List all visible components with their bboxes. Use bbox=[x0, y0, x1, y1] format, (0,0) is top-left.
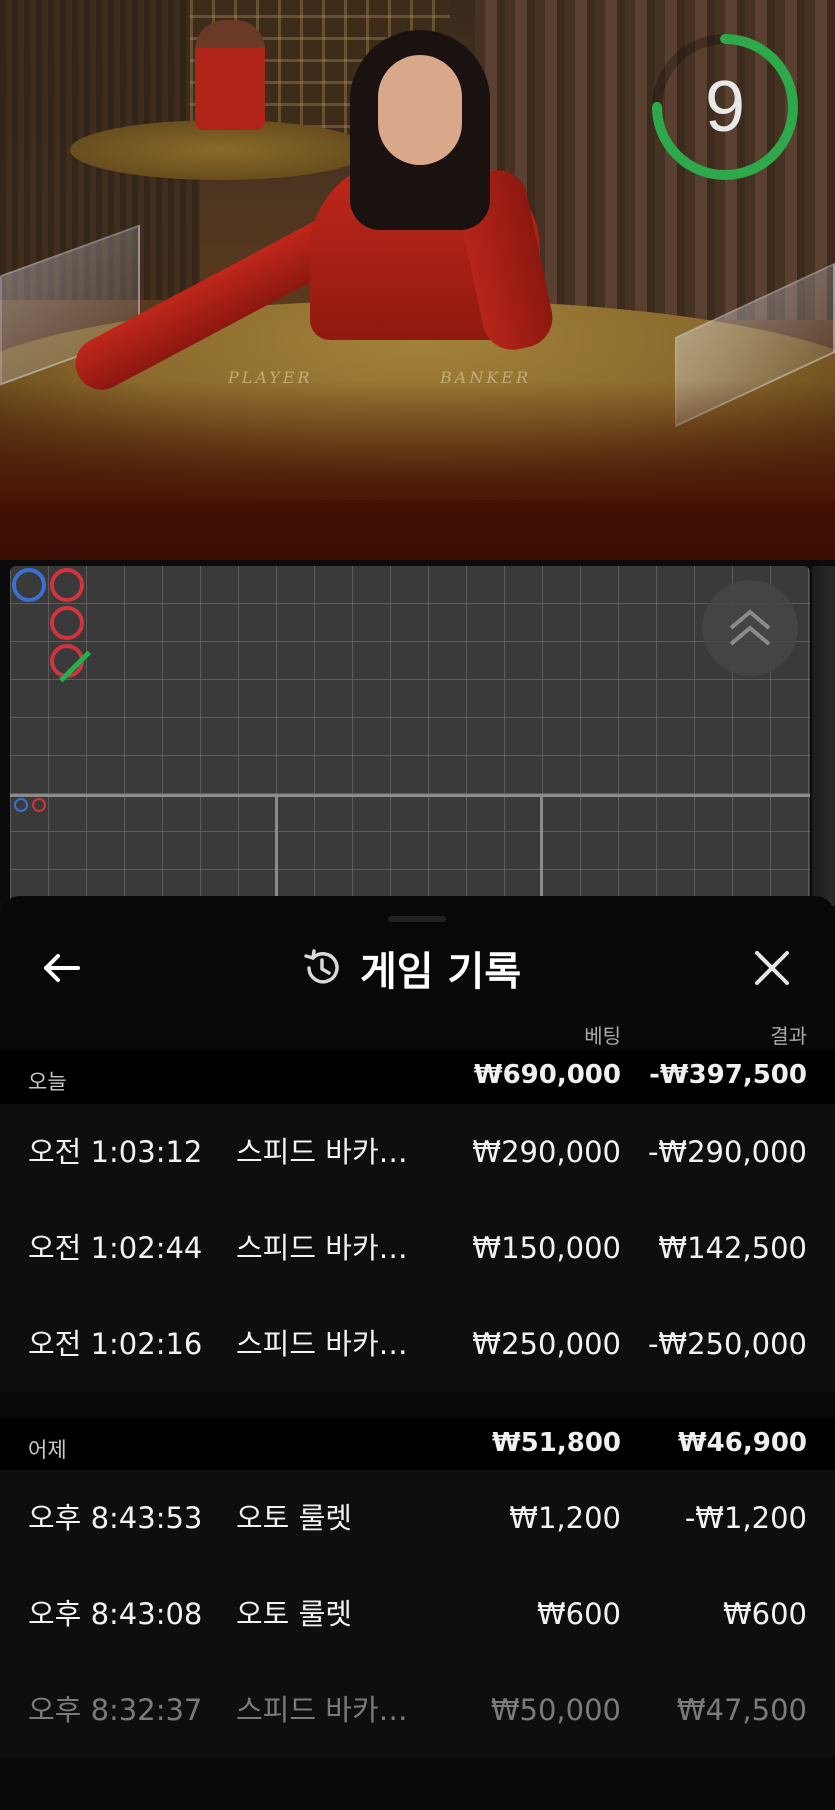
close-button[interactable] bbox=[748, 944, 796, 992]
history-row[interactable]: 오후 8:43:08 오토 룰렛 ₩600 ₩600 bbox=[0, 1566, 835, 1662]
small-road-bead-player bbox=[14, 798, 28, 812]
video-fade bbox=[0, 380, 835, 560]
group-label: 오늘 bbox=[28, 1070, 67, 1094]
row-bet: ₩150,000 bbox=[472, 1231, 621, 1265]
row-time: 오후 8:43:53 bbox=[28, 1501, 203, 1535]
row-result: ₩47,500 bbox=[676, 1693, 807, 1727]
road-edge bbox=[812, 566, 835, 906]
row-game: 스피드 바카라... bbox=[236, 1135, 428, 1169]
row-result: ₩600 bbox=[722, 1597, 807, 1631]
row-time: 오후 8:32:37 bbox=[28, 1693, 203, 1727]
small-road-bead-banker bbox=[32, 798, 46, 812]
row-time: 오전 1:02:16 bbox=[28, 1327, 203, 1361]
group-result-total: ₩46,900 bbox=[677, 1428, 807, 1458]
row-result: ₩142,500 bbox=[658, 1231, 807, 1265]
row-time: 오후 8:43:08 bbox=[28, 1597, 203, 1631]
group-header-today: 오늘 ₩690,000 -₩397,500 bbox=[0, 1050, 835, 1104]
row-result: -₩290,000 bbox=[647, 1135, 807, 1169]
row-time: 오전 1:02:44 bbox=[28, 1231, 203, 1265]
row-result: -₩1,200 bbox=[684, 1501, 807, 1535]
history-row[interactable]: 오전 1:02:16 스피드 바카라... ₩250,000 -₩250,000 bbox=[0, 1296, 835, 1392]
close-icon bbox=[755, 951, 789, 985]
group-bet-total: ₩690,000 bbox=[473, 1060, 621, 1090]
arrow-left-icon bbox=[44, 954, 80, 982]
double-chevron-up-icon bbox=[729, 609, 771, 646]
road-divider bbox=[10, 794, 810, 797]
history-row[interactable]: 오전 1:02:44 스피드 바카라... ₩150,000 ₩142,500 bbox=[0, 1200, 835, 1296]
row-bet: ₩1,200 bbox=[509, 1501, 621, 1535]
row-game: 오토 룰렛 bbox=[236, 1501, 352, 1535]
row-result: -₩250,000 bbox=[647, 1327, 807, 1361]
road-divider bbox=[275, 794, 278, 906]
column-header-bet: 베팅 bbox=[584, 1024, 621, 1048]
history-row[interactable]: 오전 1:03:12 스피드 바카라... ₩290,000 -₩290,000 bbox=[0, 1104, 835, 1200]
row-game: 오토 룰렛 bbox=[236, 1597, 352, 1631]
group-label: 어제 bbox=[28, 1438, 67, 1462]
panel-header: 게임 기록 bbox=[300, 938, 521, 998]
expand-road-button[interactable] bbox=[702, 580, 798, 676]
road-grid bbox=[10, 566, 810, 906]
row-bet: ₩600 bbox=[536, 1597, 621, 1631]
group-header-yesterday: 어제 ₩51,800 ₩46,900 bbox=[0, 1418, 835, 1472]
row-time: 오전 1:03:12 bbox=[28, 1135, 203, 1169]
history-row[interactable]: 오후 8:43:53 오토 룰렛 ₩1,200 -₩1,200 bbox=[0, 1470, 835, 1566]
countdown-value: 9 bbox=[704, 67, 746, 147]
row-game: 스피드 바카라... bbox=[236, 1231, 428, 1265]
road-bead-banker bbox=[50, 568, 84, 602]
history-clock-icon bbox=[304, 949, 339, 984]
dealer-face bbox=[378, 55, 462, 165]
row-bet: ₩250,000 bbox=[472, 1327, 621, 1361]
group-bet-total: ₩51,800 bbox=[491, 1428, 621, 1458]
road-bead-player bbox=[12, 568, 46, 602]
background-dealer bbox=[195, 20, 265, 130]
row-game: 스피드 바카라... bbox=[236, 1693, 428, 1727]
row-bet: ₩290,000 bbox=[472, 1135, 621, 1169]
row-game: 스피드 바카라... bbox=[236, 1327, 428, 1361]
group-result-total: -₩397,500 bbox=[649, 1060, 807, 1090]
column-header-result: 결과 bbox=[770, 1024, 807, 1048]
history-row[interactable]: 오후 8:32:37 스피드 바카라... ₩50,000 ₩47,500 bbox=[0, 1662, 835, 1758]
panel-grabber[interactable] bbox=[388, 916, 446, 922]
road-divider bbox=[540, 794, 543, 906]
panel-title: 게임 기록 bbox=[360, 949, 522, 995]
back-button[interactable] bbox=[38, 946, 86, 990]
road-bead-banker bbox=[50, 606, 84, 640]
bead-road bbox=[10, 566, 810, 906]
row-bet: ₩50,000 bbox=[490, 1693, 621, 1727]
